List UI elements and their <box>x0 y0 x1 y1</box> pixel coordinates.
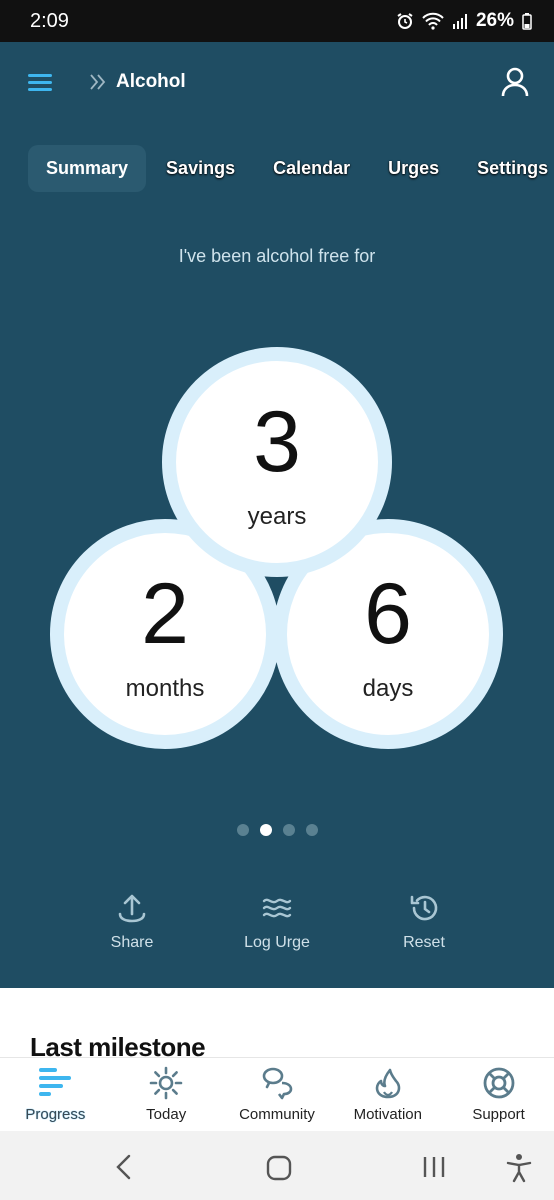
share-icon <box>118 894 146 923</box>
lifebuoy-icon <box>483 1067 514 1099</box>
tab-urges[interactable]: Urges <box>370 145 457 192</box>
reset-label: Reset <box>403 934 445 951</box>
back-icon[interactable] <box>114 1153 134 1181</box>
history-icon <box>410 895 438 921</box>
recents-icon[interactable] <box>422 1155 446 1179</box>
page-dot[interactable] <box>282 824 295 836</box>
tab-bar: Summary Savings Calendar Urges Settings <box>28 144 554 192</box>
nav-today[interactable]: Today <box>111 1058 222 1131</box>
months-value: 2 <box>141 566 189 662</box>
status-icons: 26% <box>396 10 532 32</box>
share-button[interactable]: Share <box>72 892 192 952</box>
nav-community-label: Community <box>239 1106 315 1123</box>
nav-progress[interactable]: Progress <box>0 1058 111 1131</box>
profile-icon[interactable] <box>500 66 530 98</box>
days-unit: days <box>362 675 414 702</box>
hamburger-menu-icon[interactable] <box>28 74 52 92</box>
status-time: 2:09 <box>30 9 69 32</box>
tab-settings[interactable]: Settings <box>459 145 554 192</box>
flame-icon <box>375 1068 401 1099</box>
page-title: Alcohol <box>116 71 186 92</box>
page-dot-active[interactable] <box>259 824 272 836</box>
status-bar: 2:09 26% <box>0 0 554 42</box>
milestone-section: Last milestone <box>0 988 554 1062</box>
tab-summary[interactable]: Summary <box>28 144 147 192</box>
share-label: Share <box>110 934 154 951</box>
waves-icon <box>262 898 292 918</box>
months-unit: months <box>125 675 205 702</box>
alarm-icon <box>397 13 413 29</box>
log-urge-label: Log Urge <box>244 934 310 951</box>
home-icon[interactable] <box>266 1155 292 1181</box>
days-value: 6 <box>364 566 412 662</box>
page-dot[interactable] <box>236 824 249 836</box>
page-dot[interactable] <box>305 824 318 836</box>
years-unit: years <box>247 503 307 530</box>
nav-motivation[interactable]: Motivation <box>332 1058 443 1131</box>
bottom-navigation: Progress Today Community Motivation Supp… <box>0 1057 554 1131</box>
app-screen: Alcohol Summary Savings Calendar Urges S… <box>0 42 554 988</box>
tab-calendar[interactable]: Calendar <box>255 145 368 192</box>
reset-button[interactable]: Reset <box>364 892 484 952</box>
years-value: 3 <box>253 394 301 490</box>
battery-level: 26% <box>475 10 514 31</box>
nav-today-label: Today <box>146 1106 187 1123</box>
page-indicator <box>0 824 554 836</box>
sobriety-headline: I've been alcohol free for <box>178 246 376 266</box>
nav-support-label: Support <box>472 1106 525 1123</box>
nav-motivation-label: Motivation <box>353 1106 422 1123</box>
double-chevron-icon <box>90 74 106 90</box>
wifi-icon <box>422 12 444 30</box>
progress-icon <box>39 1068 72 1096</box>
community-icon <box>262 1067 293 1100</box>
tab-savings[interactable]: Savings <box>148 145 253 192</box>
action-row: Share Log Urge Reset <box>0 892 554 972</box>
nav-community[interactable]: Community <box>222 1058 333 1131</box>
log-urge-button[interactable]: Log Urge <box>217 892 337 952</box>
system-navigation-bar <box>0 1131 554 1200</box>
top-bar: Alcohol <box>0 42 554 122</box>
years-counter: 3 years <box>162 347 392 577</box>
signal-icon <box>452 14 467 29</box>
nav-support[interactable]: Support <box>443 1058 554 1131</box>
battery-icon <box>522 13 532 30</box>
nav-progress-label: Progress <box>25 1106 86 1123</box>
accessibility-icon[interactable] <box>506 1153 532 1183</box>
sun-icon <box>149 1066 183 1100</box>
